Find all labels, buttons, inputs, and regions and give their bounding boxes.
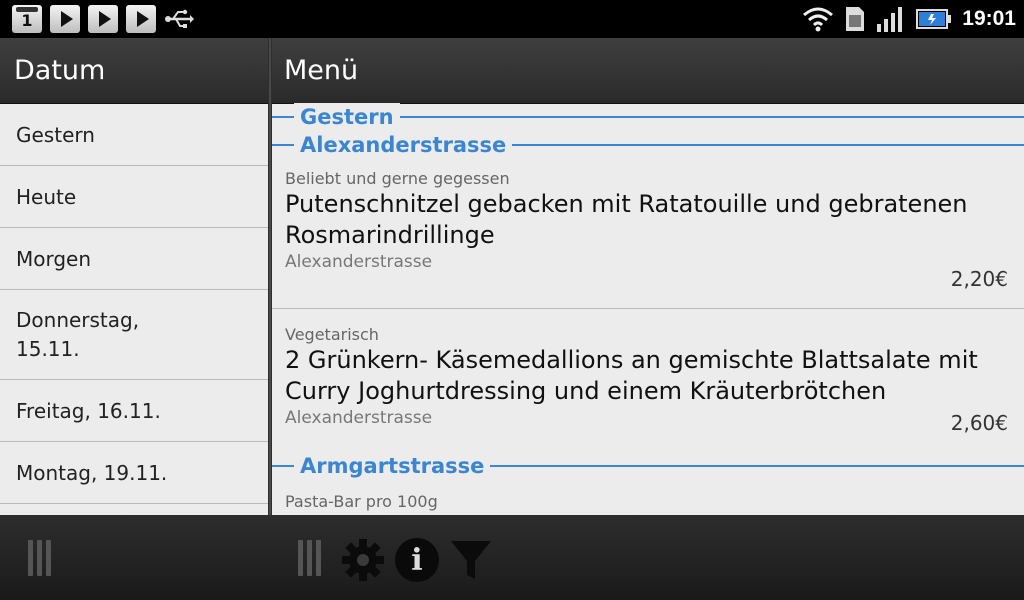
usb-icon	[165, 9, 194, 28]
battery-icon	[916, 9, 952, 29]
section-label: Armgartstrasse	[294, 452, 491, 480]
section-header-location: Armgartstrasse	[270, 452, 1024, 480]
calendar-day: 1	[21, 11, 33, 30]
section-header-location: Alexanderstrasse	[270, 131, 1024, 159]
meal-item[interactable]: Vegetarisch 2 Grünkern- Käsemedallions a…	[270, 309, 1024, 454]
meal-category: Vegetarisch	[285, 325, 379, 344]
meal-title: Putenschnitzel gebacken mit Ratatouille …	[285, 190, 968, 249]
meal-category: Pasta-Bar pro 100g	[285, 492, 438, 511]
calendar-icon: 1	[12, 5, 42, 33]
date-item-today[interactable]: Heute	[0, 166, 270, 228]
info-button[interactable]: i	[392, 535, 442, 585]
settings-icon	[342, 539, 384, 581]
meal-price: 2,20€	[950, 267, 1008, 291]
bottom-action-bar: i	[0, 515, 1024, 600]
left-grip-handle[interactable]	[28, 540, 54, 576]
date-item-monday[interactable]: Montag, 19.11.	[0, 442, 270, 504]
info-glyph: i	[411, 542, 423, 578]
menu-panel-title: Menü	[284, 55, 359, 86]
date-item-friday[interactable]: Freitag, 16.11.	[0, 380, 270, 442]
meal-location: Alexanderstrasse	[285, 252, 433, 272]
wifi-icon	[803, 7, 834, 32]
date-item-yesterday[interactable]: Gestern	[0, 104, 270, 166]
date-panel-header: Datum	[0, 38, 270, 104]
meal-category: Beliebt und gerne gegessen	[285, 169, 510, 188]
section-label: Alexanderstrasse	[294, 131, 513, 159]
date-item-tomorrow[interactable]: Morgen	[0, 228, 270, 290]
menu-panel: Menü Gestern Alexanderstrasse Beliebt un…	[270, 38, 1024, 515]
section-header-day: Gestern	[270, 103, 1024, 131]
meal-price: 2,60€	[950, 411, 1008, 435]
play-store-icon	[50, 5, 80, 33]
settings-button[interactable]	[338, 535, 388, 585]
date-item-label: Donnerstag, 15.11.	[16, 307, 140, 361]
right-grip-handle[interactable]	[298, 540, 324, 576]
play-store-icon	[88, 5, 118, 33]
filter-button[interactable]	[446, 535, 496, 585]
info-icon: i	[395, 538, 439, 582]
meal-item[interactable]: Beliebt und gerne gegessen Putenschnitze…	[270, 159, 1024, 309]
signal-icon	[877, 7, 903, 32]
date-panel-title: Datum	[14, 55, 106, 86]
play-store-icon	[126, 5, 156, 33]
menu-panel-header: Menü	[270, 38, 1024, 104]
meal-title: 2 Grünkern- Käsemedallions an gemischte …	[285, 346, 978, 405]
section-label: Gestern	[294, 103, 400, 131]
status-bar: 1 19:01	[0, 0, 1024, 38]
meal-item[interactable]: Pasta-Bar pro 100g	[270, 480, 1024, 515]
date-panel: Datum Gestern Heute Morgen Donnerstag, 1…	[0, 38, 270, 515]
meal-location: Alexanderstrasse	[285, 408, 433, 428]
sim-icon	[846, 7, 865, 31]
filter-icon	[451, 541, 491, 579]
clock: 19:01	[962, 7, 1016, 30]
date-item-thursday[interactable]: Donnerstag, 15.11.	[0, 290, 270, 380]
